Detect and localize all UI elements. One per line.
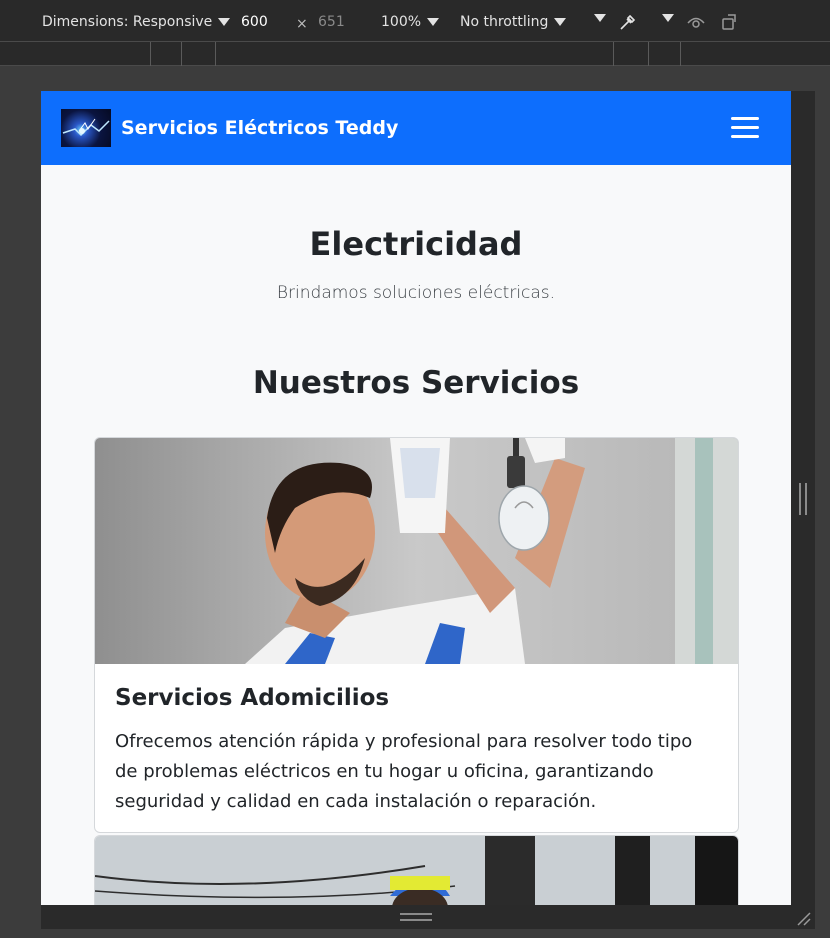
service-card: Servicios Adomicilios Ofrecemos atención… — [94, 437, 739, 833]
devtools-ruler — [0, 42, 830, 66]
card-title: Servicios Adomicilios — [115, 685, 390, 711]
dropdown-caret-icon — [554, 18, 567, 26]
times-symbol: × — [296, 16, 308, 32]
lightning-logo-icon[interactable] — [61, 109, 111, 147]
width-input[interactable]: 600 — [241, 14, 268, 30]
rotate-device-icon[interactable] — [720, 12, 740, 32]
hero-title: Electricidad — [309, 225, 523, 263]
dimensions-dropdown[interactable]: Dimensions: Responsive — [42, 14, 231, 30]
dropdown-caret-icon — [594, 14, 606, 22]
dropdown-caret-icon — [218, 18, 231, 26]
navbar: Servicios Eléctricos Teddy — [41, 91, 791, 165]
device-options-dropdown[interactable] — [662, 14, 674, 22]
navbar-brand[interactable]: Servicios Eléctricos Teddy — [121, 117, 398, 139]
dropdown-caret-icon — [662, 14, 674, 22]
resize-corner-icon[interactable] — [795, 910, 811, 926]
devtools-toolbar: Dimensions: Responsive 600 × 651 100% No… — [0, 0, 830, 42]
hamburger-menu-icon[interactable] — [731, 115, 761, 141]
hero-subtitle: Brindamos soluciones eléctricas. — [276, 283, 556, 303]
lineman-pole-photo — [95, 836, 738, 905]
dimensions-label: Dimensions: Responsive — [42, 14, 213, 30]
dropdown-caret-icon — [427, 18, 440, 26]
throttling-label: No throttling — [460, 14, 549, 30]
eye-icon[interactable] — [686, 12, 706, 32]
services-title: Nuestros Servicios — [252, 365, 580, 401]
page-viewport: Servicios Eléctricos Teddy Electricidad … — [41, 91, 791, 905]
height-input[interactable]: 651 — [318, 14, 345, 30]
zoom-label: 100% — [381, 14, 422, 30]
eyedropper-icon[interactable] — [618, 12, 638, 32]
more-options-dropdown[interactable] — [594, 14, 606, 22]
card-text: Ofrecemos atención rápida y profesional … — [115, 731, 693, 812]
service-card — [94, 835, 739, 905]
resize-handle-horizontal[interactable] — [400, 913, 432, 921]
electrician-lightbulb-photo — [95, 438, 738, 664]
zoom-dropdown[interactable]: 100% — [381, 14, 440, 30]
resize-handle-vertical[interactable] — [799, 483, 807, 515]
throttling-dropdown[interactable]: No throttling — [460, 14, 567, 30]
